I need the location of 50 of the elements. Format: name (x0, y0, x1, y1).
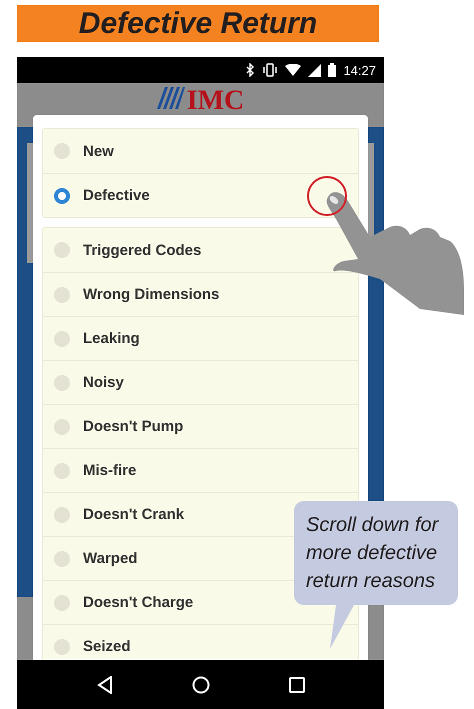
radio-option[interactable]: Leaking (54, 330, 140, 347)
back-icon[interactable] (96, 676, 112, 694)
page-title: Defective Return (17, 5, 379, 42)
signal-icon (308, 64, 322, 76)
callout-text: Scroll down for more defective return reasons (306, 514, 438, 592)
wifi-icon (285, 64, 302, 76)
radio-button[interactable] (54, 188, 70, 204)
radio-button[interactable] (54, 286, 70, 302)
bluetooth-icon (246, 63, 256, 77)
radio-button[interactable] (54, 550, 70, 566)
radio-option[interactable]: New (54, 142, 114, 160)
radio-option[interactable]: Warped (54, 550, 138, 567)
radio-option[interactable]: Doesn't Charge (54, 594, 194, 611)
option-label: Defective (83, 187, 150, 204)
option-label: Leaking (83, 330, 140, 347)
option-label: Seized (83, 638, 131, 655)
option-label: Doesn't Crank (83, 506, 184, 523)
radio-option[interactable]: Defective (54, 187, 150, 204)
radio-button[interactable] (54, 594, 70, 610)
logo-text: IMC (186, 87, 244, 115)
radio-button[interactable] (54, 418, 70, 434)
option-label: Wrong Dimensions (83, 286, 220, 303)
radio-button[interactable] (54, 330, 70, 346)
radio-option[interactable]: Doesn't Pump (54, 418, 184, 435)
radio-button[interactable] (54, 143, 70, 159)
radio-button[interactable] (54, 506, 70, 522)
recents-icon[interactable] (288, 676, 304, 692)
option-label: Noisy (83, 374, 124, 391)
option-label: New (83, 142, 114, 160)
option-label: Doesn't Charge (83, 594, 194, 611)
radio-option[interactable]: Mis-fire (54, 462, 136, 479)
radio-button[interactable] (54, 462, 70, 478)
radio-button[interactable] (54, 638, 70, 654)
battery-icon (328, 63, 336, 77)
radio-option[interactable]: Doesn't Crank (54, 506, 184, 523)
status-time: 14:27 (343, 62, 376, 78)
radio-option[interactable]: Wrong Dimensions (54, 286, 220, 303)
option-label: Mis-fire (83, 462, 136, 479)
radio-option[interactable]: Noisy (54, 374, 124, 391)
home-icon[interactable] (192, 676, 210, 694)
option-label: Doesn't Pump (83, 418, 184, 435)
logo-stripes-icon (156, 87, 185, 109)
radio-button[interactable] (54, 242, 70, 258)
vibrate-icon (262, 63, 278, 77)
radio-option[interactable]: Seized (54, 638, 131, 655)
option-label: Warped (83, 550, 138, 567)
tap-indicator-icon (307, 176, 347, 216)
radio-button[interactable] (54, 374, 70, 390)
option-label: Triggered Codes (83, 242, 202, 258)
radio-option[interactable]: Triggered Codes (54, 242, 202, 258)
